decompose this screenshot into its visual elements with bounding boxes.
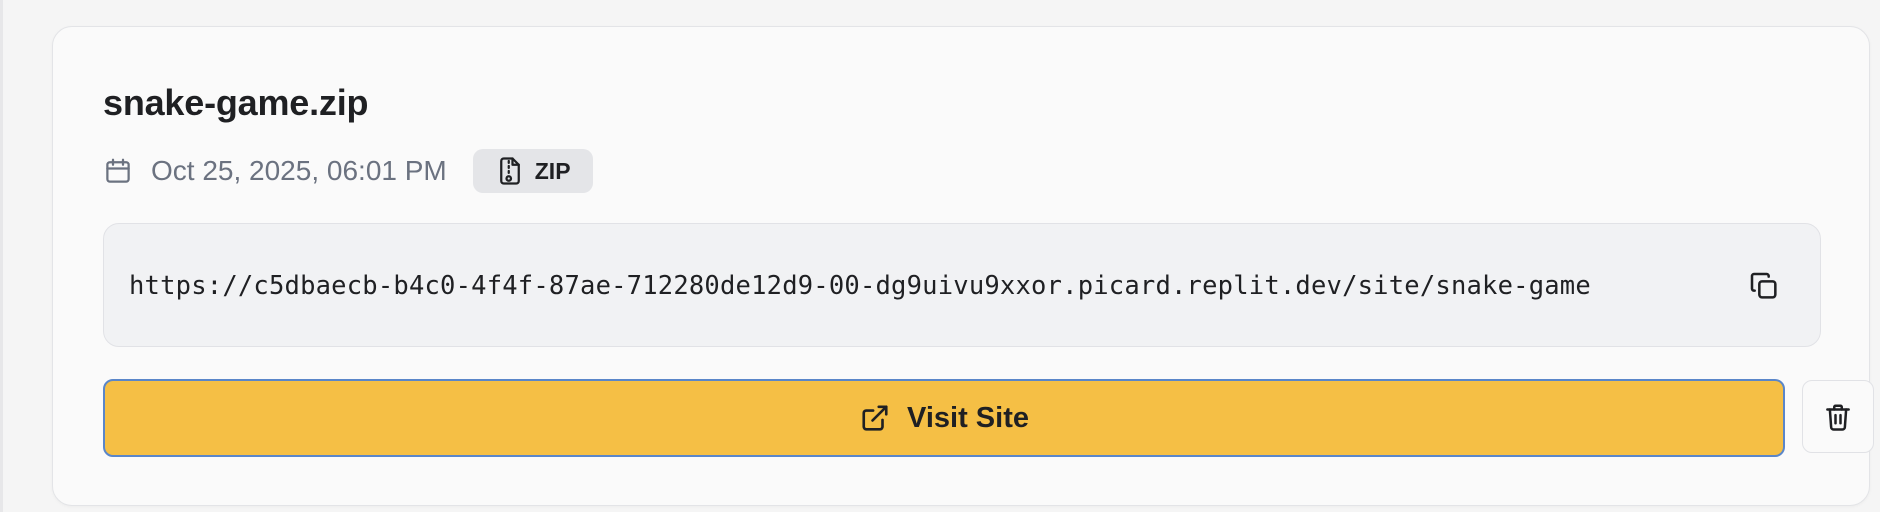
site-url-box: https://c5dbaecb-b4c0-4f4f-87ae-712280de… <box>103 223 1821 347</box>
file-meta-row: Oct 25, 2025, 06:01 PM ZIP <box>103 149 593 193</box>
file-type-badge: ZIP <box>472 149 593 193</box>
deployment-card: snake-game.zip Oct 25, 2025, 06:01 PM ZI… <box>52 26 1874 506</box>
copy-url-button[interactable] <box>1746 268 1782 304</box>
upload-date: Oct 25, 2025, 06:01 PM <box>151 155 447 186</box>
file-type-label: ZIP <box>534 157 571 184</box>
copy-icon <box>1750 272 1777 299</box>
external-link-icon <box>859 402 891 434</box>
trash-icon <box>1826 404 1850 431</box>
file-archive-icon <box>497 156 523 186</box>
visit-site-button[interactable]: Visit Site <box>103 379 1785 457</box>
calendar-icon <box>103 156 133 186</box>
delete-button[interactable] <box>1802 380 1874 453</box>
file-name-title: snake-game.zip <box>103 82 369 123</box>
site-url-text: https://c5dbaecb-b4c0-4f4f-87ae-712280de… <box>129 271 1591 301</box>
visit-site-label: Visit Site <box>907 401 1029 434</box>
